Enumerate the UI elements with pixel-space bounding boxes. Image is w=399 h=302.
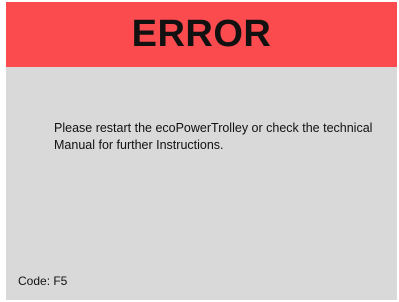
error-code: Code: F5 <box>18 274 68 288</box>
error-message: Please restart the ecoPowerTrolley or ch… <box>54 121 373 152</box>
error-header: ERROR <box>6 2 397 67</box>
error-title: ERROR <box>131 13 272 55</box>
error-dialog: ERROR Please restart the ecoPowerTrolley… <box>6 2 397 300</box>
